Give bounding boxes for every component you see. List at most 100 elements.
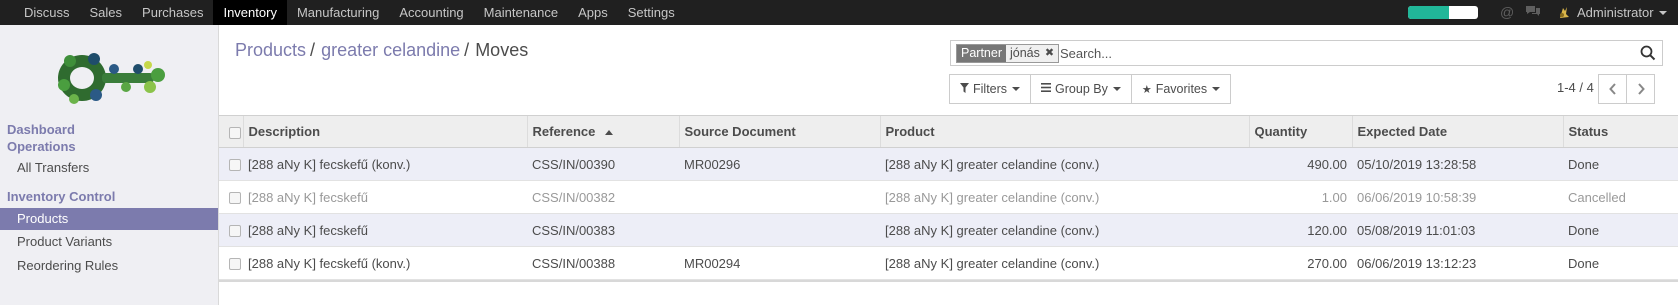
column-header-product[interactable]: Product xyxy=(879,115,1249,148)
cell-product: [288 aNy K] greater celandine (conv.) xyxy=(880,147,1249,181)
menu-settings[interactable]: Settings xyxy=(618,0,685,25)
favorites-button[interactable]: ★ Favorites xyxy=(1130,74,1232,104)
app-menu: Discuss Sales Purchases Inventory Manufa… xyxy=(14,0,685,25)
menu-apps[interactable]: Apps xyxy=(568,0,618,25)
sidebar-item-products[interactable]: Products xyxy=(0,208,218,230)
menu-maintenance[interactable]: Maintenance xyxy=(474,0,568,25)
row-select-cell xyxy=(219,213,243,247)
chevron-down-icon xyxy=(1112,87,1121,91)
menu-purchases[interactable]: Purchases xyxy=(132,0,213,25)
select-all-checkbox[interactable] xyxy=(229,126,241,139)
table-row[interactable]: [288 aNy K] fecskefű (konv.) CSS/IN/0039… xyxy=(219,147,1678,181)
row-checkbox[interactable] xyxy=(229,258,241,271)
breadcrumb-products[interactable]: Products xyxy=(235,40,306,61)
pager-value[interactable]: 1-4 / 4 xyxy=(1557,80,1594,95)
table-row[interactable]: [288 aNy K] fecskefű CSS/IN/00383 [288 a… xyxy=(219,213,1678,247)
at-mention-icon[interactable]: @ xyxy=(1500,4,1514,21)
menu-discuss[interactable]: Discuss xyxy=(14,0,80,25)
cell-quantity: 270.00 xyxy=(1249,246,1352,280)
chevron-down-icon xyxy=(1012,87,1021,91)
cell-description: [288 aNy K] fecskefű (konv.) xyxy=(243,147,527,181)
remove-facet-icon[interactable]: ✖ xyxy=(1045,45,1054,62)
sidebar-item-product-variants[interactable]: Product Variants xyxy=(0,231,218,253)
search-icon[interactable] xyxy=(1640,44,1656,62)
pager-next-button[interactable] xyxy=(1626,74,1655,104)
cell-expected-date: 06/06/2019 13:12:23 xyxy=(1352,246,1563,280)
sort-ascending-icon xyxy=(605,130,614,136)
row-select-cell xyxy=(219,246,243,280)
facet-category: Partner xyxy=(957,45,1006,62)
cell-source-document xyxy=(679,180,880,214)
row-select-cell xyxy=(219,147,243,181)
cell-description: [288 aNy K] fecskefű xyxy=(243,180,527,214)
sidebar-heading-inventory-control[interactable]: Inventory Control xyxy=(7,189,115,204)
row-checkbox[interactable] xyxy=(229,192,241,205)
menu-manufacturing[interactable]: Manufacturing xyxy=(287,0,389,25)
group-by-label: Group By xyxy=(1055,82,1108,96)
column-header-quantity[interactable]: Quantity xyxy=(1248,115,1352,148)
search-input[interactable] xyxy=(1060,43,1590,63)
star-icon: ★ xyxy=(1141,83,1152,96)
cell-expected-date: 06/06/2019 10:58:39 xyxy=(1352,180,1563,214)
cell-reference: CSS/IN/00390 xyxy=(527,147,679,181)
breadcrumb: Products / greater celandine / Moves xyxy=(235,40,528,61)
filters-button[interactable]: Filters xyxy=(949,74,1032,104)
filter-icon xyxy=(960,82,969,96)
cell-product: [288 aNy K] greater celandine (conv.) xyxy=(880,213,1249,247)
cell-source-document xyxy=(679,213,880,247)
filters-label: Filters xyxy=(973,82,1008,96)
moves-table: Description Reference Source Document Pr… xyxy=(219,115,1678,280)
stock-moves-list: Description Reference Source Document Pr… xyxy=(219,115,1678,280)
cell-status: Cancelled xyxy=(1563,180,1678,214)
cell-quantity: 1.00 xyxy=(1249,180,1352,214)
column-header-description[interactable]: Description xyxy=(242,115,527,148)
table-row[interactable]: [288 aNy K] fecskefű (konv.) CSS/IN/0038… xyxy=(219,246,1678,280)
column-header-expected-date[interactable]: Expected Date xyxy=(1351,115,1563,148)
cell-expected-date: 05/08/2019 11:01:03 xyxy=(1352,213,1563,247)
column-header-reference[interactable]: Reference xyxy=(526,115,679,148)
chevron-right-icon xyxy=(1637,83,1645,95)
menu-accounting[interactable]: Accounting xyxy=(389,0,473,25)
sidebar-item-all-transfers[interactable]: All Transfers xyxy=(0,157,218,179)
menu-inventory[interactable]: Inventory xyxy=(213,0,287,25)
chat-icon[interactable] xyxy=(1525,4,1541,22)
search-facet: Partner jónás ✖ xyxy=(956,44,1060,63)
cell-description: [288 aNy K] fecskefű xyxy=(243,213,527,247)
sidebar-item-reordering-rules[interactable]: Reordering Rules xyxy=(0,255,218,277)
menu-sales[interactable]: Sales xyxy=(80,0,133,25)
top-navbar: Discuss Sales Purchases Inventory Manufa… xyxy=(0,0,1678,25)
breadcrumb-separator: / xyxy=(464,40,470,60)
breadcrumb-current: Moves xyxy=(475,40,529,60)
cell-source-document: MR00296 xyxy=(679,147,880,181)
chevron-left-icon xyxy=(1608,83,1616,95)
onboarding-progress-bar[interactable] xyxy=(1408,6,1478,19)
user-menu[interactable]: Administrator xyxy=(1556,0,1667,25)
row-checkbox[interactable] xyxy=(229,225,241,238)
cell-quantity: 490.00 xyxy=(1249,147,1352,181)
cell-status: Done xyxy=(1563,246,1678,280)
cell-product: [288 aNy K] greater celandine (conv.) xyxy=(880,246,1249,280)
user-avatar-icon xyxy=(1556,5,1571,20)
breadcrumb-product[interactable]: greater celandine xyxy=(321,40,460,61)
chevron-down-icon xyxy=(1658,10,1667,15)
group-by-button[interactable]: Group By xyxy=(1030,74,1132,104)
cell-reference: CSS/IN/00383 xyxy=(527,213,679,247)
column-header-reference-label: Reference xyxy=(532,124,596,139)
pager-previous-button[interactable] xyxy=(1598,74,1627,104)
table-header-row: Description Reference Source Document Pr… xyxy=(219,115,1678,148)
facet-value: jónás xyxy=(1010,46,1040,60)
sidebar: Dashboard Operations All Transfers Inven… xyxy=(0,25,219,305)
table-row[interactable]: [288 aNy K] fecskefű CSS/IN/00382 [288 a… xyxy=(219,180,1678,214)
sidebar-heading-dashboard[interactable]: Dashboard Operations xyxy=(7,121,76,155)
cell-reference: CSS/IN/00382 xyxy=(527,180,679,214)
list-footer-divider xyxy=(219,280,1678,282)
cell-source-document: MR00294 xyxy=(679,246,880,280)
column-header-status[interactable]: Status xyxy=(1562,115,1678,148)
select-all-cell xyxy=(219,115,243,148)
search-box: Partner jónás ✖ xyxy=(950,40,1663,66)
progress-fill xyxy=(1408,6,1449,19)
facet-value-wrap: jónás ✖ xyxy=(1006,45,1059,62)
row-checkbox[interactable] xyxy=(229,159,241,172)
column-header-source-document[interactable]: Source Document xyxy=(678,115,880,148)
list-icon xyxy=(1041,83,1052,95)
